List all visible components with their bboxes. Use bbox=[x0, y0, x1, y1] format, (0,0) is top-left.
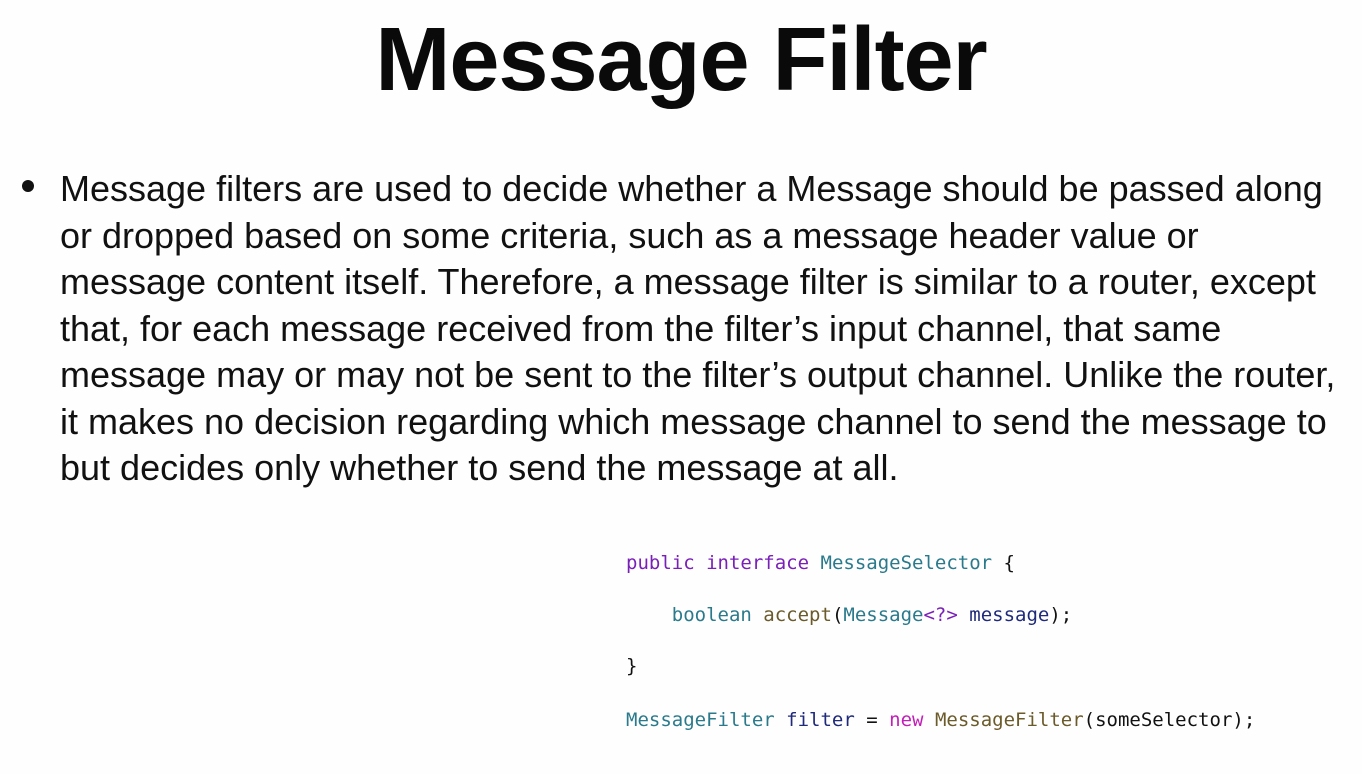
code-constructor: MessageFilter bbox=[934, 709, 1084, 731]
code-snippet: public interface MessageSelector { boole… bbox=[626, 550, 1255, 731]
code-param-name: message bbox=[969, 604, 1050, 626]
code-filter-type: MessageFilter bbox=[626, 709, 775, 731]
code-method-name: accept bbox=[763, 604, 832, 626]
code-statement-end: ); bbox=[1049, 604, 1073, 626]
code-paren-open: ( bbox=[831, 604, 844, 626]
code-line-method-signature: boolean accept(Message<?> message); bbox=[626, 602, 1072, 628]
code-generic: <?> bbox=[923, 604, 958, 626]
code-interface-name: MessageSelector bbox=[820, 552, 993, 574]
code-filter-var: filter bbox=[786, 709, 855, 731]
code-keyword-new: new bbox=[889, 709, 924, 731]
code-equals: = bbox=[866, 709, 878, 731]
code-keyword-public: public bbox=[626, 552, 695, 574]
slide-title: Message Filter bbox=[375, 10, 987, 110]
code-line-filter-instantiation: MessageFilter filter = new MessageFilter… bbox=[626, 707, 1255, 733]
bullet-dot-icon bbox=[22, 180, 34, 192]
code-param-type: Message bbox=[843, 604, 924, 626]
code-return-type: boolean bbox=[671, 604, 752, 626]
bullet-text: Message filters are used to decide wheth… bbox=[60, 168, 1336, 488]
code-keyword-interface: interface bbox=[706, 552, 810, 574]
code-constructor-args: (someSelector); bbox=[1083, 709, 1256, 731]
code-line-interface-declaration: public interface MessageSelector { bbox=[626, 550, 1015, 576]
code-open-brace: { bbox=[1003, 552, 1015, 574]
code-line-close-brace: } bbox=[626, 653, 637, 679]
code-close-brace: } bbox=[626, 655, 638, 677]
